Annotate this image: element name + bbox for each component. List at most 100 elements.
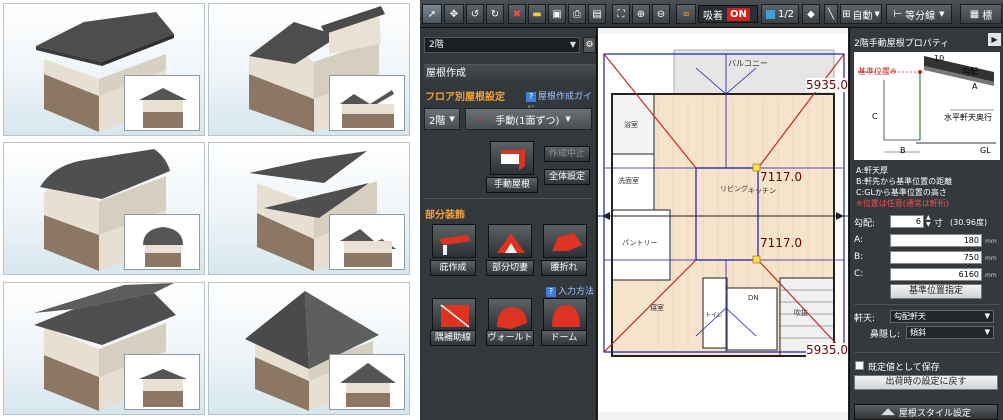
nose-label: 鼻隠し: [870,330,901,340]
print-icon[interactable]: ⎙ [568,4,586,24]
divide-label: 等分線 [905,10,936,22]
eaves-icon [439,235,471,255]
manual-roof-label: 手動屋根 [486,177,538,193]
partial-gable-label: 部分切妻 [486,260,534,276]
scale-icon [765,9,775,19]
fit-view-icon[interactable]: ⛶ [612,4,630,24]
roof-floor-select[interactable]: 2階 ▼ [424,108,460,130]
aux-line-button[interactable] [432,298,476,332]
pitch-label: 勾配: [854,219,876,229]
sample-tile-gable [3,3,205,136]
diagram-b-label: B [900,146,906,155]
chevron-down-icon: ▼ [984,312,990,320]
save-icon[interactable]: ▣ [548,4,566,24]
pen-icon[interactable]: ╲ [824,4,838,24]
waist-fold-label: 腰折れ [541,260,587,276]
snap-toggle[interactable]: 吸着 ON [698,5,758,23]
a-input[interactable]: 180 [890,234,982,247]
main-toolbar: ➚ ✥ ↺ ↻ ✖ ▬ ▣ ⎙ ▤ ⛶ ⊕ ⊖ ∞ 吸着 ON 1/2 ◆ ╲ … [420,0,1003,28]
grid-icon: ▦ [969,8,980,20]
eraser-icon[interactable]: ◆ [802,4,820,24]
soffit-label: 軒天: [854,314,876,324]
floor-settings-icon[interactable]: ⚙ [583,37,596,53]
chevron-down-icon: ▼ [449,115,455,123]
floor-roof-setting-heading: フロア別屋根設定 [425,92,505,103]
c-input[interactable]: 6160 [890,268,982,281]
dimension-bottom: 5935.0 [806,343,848,357]
select-arrow-icon[interactable]: ➚ [422,4,442,24]
sample-tile-hip-gable [3,282,205,415]
bath-label: 浴室 [624,121,638,129]
panel-collapse-icon[interactable]: ▶ [988,33,1001,46]
a-unit: mm [985,238,997,245]
divide-line-select[interactable]: ⊢ 等分線 ▼ [886,4,952,24]
roof-mode-select[interactable]: ⌐ 手動(1面ずつ) ▼ [465,108,592,130]
living-label: リビング [720,185,748,193]
soffit-select[interactable]: 勾配軒天 ▼ [890,310,994,323]
floor-select[interactable]: 2階 ▼ [424,37,580,53]
toilet-label: トイレ [705,312,724,319]
roof-style-icon: ◢◣ [881,407,895,417]
image-icon[interactable]: ▤ [588,4,606,24]
balcony-label: バルコニー [728,59,768,68]
sample-tile-eaves [208,142,410,275]
open-folder-icon[interactable]: ▬ [528,4,546,24]
c-label: C: [854,269,864,279]
save-default-checkbox[interactable] [855,361,864,370]
kitchen-label: キッチン [748,187,776,195]
auto-mode-select[interactable]: ⊞ 自動 ▼ [840,4,882,24]
diagram-c-label: C [872,112,878,121]
partial-gable-icon [497,233,525,253]
base-position-button[interactable]: 基準位置指定 [890,284,982,299]
chevron-down-icon: ▼ [984,328,990,336]
cancel-create-button[interactable]: 作成中止 [544,146,590,162]
legend-note: ※位置は任意(通常は軒桁) [856,199,949,208]
undo-icon[interactable]: ↺ [466,4,484,24]
thumbnail-front-view [124,354,200,410]
roof-style-button[interactable]: ◢◣ 屋根スタイル設定 [854,404,998,420]
pitch-input[interactable]: 6 [890,215,924,228]
partial-gable-button[interactable] [488,224,532,258]
scale-select[interactable]: 1/2 [761,4,799,24]
b-label: B: [854,252,864,262]
dome-button[interactable] [543,298,587,332]
eaves-create-button[interactable] [432,224,476,258]
zoom-in-icon[interactable]: ⊕ [632,4,650,24]
nose-select[interactable]: 傾斜 ▼ [906,326,994,339]
chevron-down-icon: ▼ [939,10,945,18]
b-input[interactable]: 750 [890,251,982,264]
pan-tool-icon[interactable]: ✥ [444,4,464,24]
divider [854,304,1000,305]
vault-button[interactable] [488,298,532,332]
manual-roof-button[interactable] [490,141,534,175]
standard-label: 標 [982,10,993,22]
diagram-pitch-value: 10 [934,54,945,63]
global-setting-button[interactable]: 全体設定 [544,169,590,185]
roof-properties-panel: 2階手動屋根プロパティ ▶ 基準位置※ 10 勾配 A C 水平軒天奥行 B G… [849,28,1003,420]
wall-icon: ⊞ [842,8,851,20]
pitch-spinner-icon[interactable]: ▲ ▼ [926,214,931,228]
waist-fold-button[interactable] [543,224,587,258]
link-icon[interactable]: ∞ [676,4,696,24]
bedroom-label: 寝室 [650,304,664,312]
zoom-out-icon[interactable]: ⊖ [652,4,670,24]
diagram-gl-label: GL [980,146,991,155]
roof-create-section-title: 屋根作成 [424,64,596,82]
properties-title: 2階手動屋根プロパティ [854,39,950,49]
input-method-link[interactable]: ? 入力方法 [546,284,594,297]
nose-value: 傾斜 [910,328,926,337]
redo-icon[interactable]: ↻ [486,4,504,24]
divider [424,198,592,199]
legend-a: A:軒天厚 [856,166,889,175]
hall-label: 吹抜 [794,309,808,317]
reset-defaults-button[interactable]: 出荷時の設定に戻す [854,375,998,390]
snap-state-badge: ON [727,7,750,21]
dimension-upper: 7117.0 [760,170,802,184]
soffit-value: 勾配軒天 [894,312,926,321]
standard-button[interactable]: ▦ 標 [960,4,1002,24]
floor-plan-canvas[interactable]: バルコニー 浴室 洗面室 リビング キッチン パントリー 寝室 トイレ DN 吹… [598,28,848,420]
dimension-top: 5935.0 [806,78,848,92]
delete-icon[interactable]: ✖ [508,4,526,24]
diagram-base-label: 基準位置※ [858,67,897,76]
roof-mode-value: 手動(1面ずつ) [495,115,560,127]
